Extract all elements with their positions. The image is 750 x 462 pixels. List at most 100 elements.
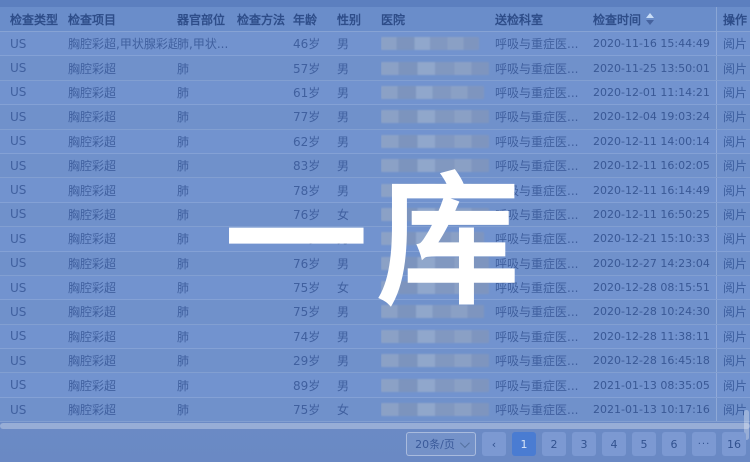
- cell-method: [237, 56, 293, 79]
- view-images-link[interactable]: 阅片: [723, 133, 747, 150]
- cell-exam-item: 胸腔彩超: [68, 300, 177, 323]
- view-images-link[interactable]: 阅片: [723, 255, 747, 272]
- view-images-link[interactable]: 阅片: [723, 279, 747, 296]
- cell-department: 呼吸与重症医...: [495, 252, 593, 275]
- cell-organ: 肺: [177, 154, 237, 177]
- cell-method: [237, 373, 293, 396]
- cell-exam-type: US: [10, 373, 68, 396]
- cell-action: 阅片: [716, 227, 750, 250]
- cell-exam-type: US: [10, 130, 68, 153]
- cell-action: 阅片: [716, 154, 750, 177]
- page-button-2[interactable]: 2: [542, 432, 566, 456]
- view-images-link[interactable]: 阅片: [723, 352, 747, 369]
- redacted-hospital-blur: [381, 330, 489, 343]
- view-images-link[interactable]: 阅片: [723, 182, 747, 199]
- column-header-method: 检查方法: [237, 7, 293, 31]
- view-images-link[interactable]: 阅片: [723, 377, 747, 394]
- cell-department: 呼吸与重症医...: [495, 203, 593, 226]
- cell-exam-time: 2021-01-13 08:35:05: [593, 373, 716, 396]
- cell-exam-type: US: [10, 227, 68, 250]
- view-images-link[interactable]: 阅片: [723, 84, 747, 101]
- cell-gender: 男: [337, 81, 381, 104]
- cell-age: 83岁: [293, 154, 337, 177]
- cell-age: 29岁: [293, 349, 337, 372]
- cell-organ: 肺: [177, 300, 237, 323]
- table-row: US 胸腔彩超 肺 76岁 女 呼吸与重症医... 2020-12-11 16:…: [0, 203, 750, 227]
- cell-gender: 男: [337, 349, 381, 372]
- cell-organ: 肺: [177, 276, 237, 299]
- cell-hospital: [381, 178, 495, 201]
- cell-gender: 女: [337, 276, 381, 299]
- cell-exam-time: 2020-12-11 16:14:49: [593, 178, 716, 201]
- cell-department: 呼吸与重症医...: [495, 276, 593, 299]
- cell-exam-time: 2020-12-11 16:02:05: [593, 154, 716, 177]
- column-label: 检查类型: [10, 11, 58, 28]
- view-images-link[interactable]: 阅片: [723, 35, 747, 52]
- cell-age: 61岁: [293, 81, 337, 104]
- cell-hospital: [381, 105, 495, 128]
- cell-exam-time: 2021-01-13 10:17:16: [593, 398, 716, 421]
- page-ellipsis[interactable]: ···: [692, 432, 716, 456]
- view-images-link[interactable]: 阅片: [723, 108, 747, 125]
- page-size-select[interactable]: 20条/页: [406, 432, 476, 456]
- redacted-hospital-blur: [381, 86, 484, 99]
- table-row: US 胸腔彩超 肺 57岁 男 呼吸与重症医... 2020-11-25 13:…: [0, 56, 750, 80]
- table-row: US 胸腔彩超 肺 75岁 女 呼吸与重症医... 2020-12-28 08:…: [0, 276, 750, 300]
- cell-hospital: [381, 325, 495, 348]
- cell-exam-time: 2020-12-04 19:03:24: [593, 105, 716, 128]
- redacted-hospital-blur: [381, 62, 489, 75]
- cell-organ: 肺: [177, 203, 237, 226]
- page-button-5[interactable]: 5: [632, 432, 656, 456]
- cell-gender: 男: [337, 373, 381, 396]
- column-label: 检查方法: [237, 11, 285, 28]
- cell-age: 75岁: [293, 300, 337, 323]
- view-images-link[interactable]: 阅片: [723, 328, 747, 345]
- view-images-link[interactable]: 阅片: [723, 230, 747, 247]
- cell-department: 呼吸与重症医...: [495, 349, 593, 372]
- cell-age: 89岁: [293, 373, 337, 396]
- redacted-hospital-blur: [381, 281, 489, 294]
- column-header-exam-time[interactable]: 检查时间: [593, 7, 716, 31]
- cell-exam-item: 胸腔彩超: [68, 130, 177, 153]
- redacted-hospital-blur: [381, 305, 484, 318]
- sort-caret-icon[interactable]: [646, 13, 654, 25]
- cell-action: 阅片: [716, 178, 750, 201]
- column-header-organ: 器官部位: [177, 7, 237, 31]
- cell-exam-type: US: [10, 398, 68, 421]
- cell-exam-time: 2020-12-11 16:50:25: [593, 203, 716, 226]
- table-row: US 胸腔彩超 肺 66岁 男 呼吸与重症医... 2020-12-21 15:…: [0, 227, 750, 251]
- cell-hospital: [381, 32, 495, 55]
- cell-action: 阅片: [716, 203, 750, 226]
- horizontal-scrollbar[interactable]: [0, 423, 750, 429]
- cell-exam-time: 2020-11-16 15:44:49: [593, 32, 716, 55]
- page-button-16[interactable]: 16: [722, 432, 746, 456]
- prev-page-button[interactable]: ‹: [482, 432, 506, 456]
- cell-exam-type: US: [10, 105, 68, 128]
- page-button-4[interactable]: 4: [602, 432, 626, 456]
- column-label: 医院: [381, 11, 405, 28]
- page-button-6[interactable]: 6: [662, 432, 686, 456]
- cell-exam-item: 胸腔彩超: [68, 227, 177, 250]
- cell-department: 呼吸与重症医...: [495, 56, 593, 79]
- cell-organ: 肺: [177, 130, 237, 153]
- cell-exam-item: 胸腔彩超: [68, 56, 177, 79]
- exam-table: 检查类型 检查项目 器官部位 检查方法 年龄 性别 医院 送检科室 检查时间 操…: [0, 7, 750, 422]
- cell-exam-type: US: [10, 276, 68, 299]
- view-images-link[interactable]: 阅片: [723, 303, 747, 320]
- view-images-link[interactable]: 阅片: [723, 206, 747, 223]
- cell-gender: 女: [337, 203, 381, 226]
- page-button-1[interactable]: 1: [512, 432, 536, 456]
- cell-exam-type: US: [10, 32, 68, 55]
- cell-department: 呼吸与重症医...: [495, 154, 593, 177]
- cell-method: [237, 178, 293, 201]
- table-row: US 胸腔彩超 肺 61岁 男 呼吸与重症医... 2020-12-01 11:…: [0, 81, 750, 105]
- page-button-3[interactable]: 3: [572, 432, 596, 456]
- view-images-link[interactable]: 阅片: [723, 60, 747, 77]
- cell-exam-item: 胸腔彩超: [68, 252, 177, 275]
- column-label: 器官部位: [177, 11, 225, 28]
- cell-age: 46岁: [293, 32, 337, 55]
- view-images-link[interactable]: 阅片: [723, 157, 747, 174]
- exam-list-screen: 检查类型 检查项目 器官部位 检查方法 年龄 性别 医院 送检科室 检查时间 操…: [0, 0, 750, 462]
- table-header-row: 检查类型 检查项目 器官部位 检查方法 年龄 性别 医院 送检科室 检查时间 操…: [0, 7, 750, 32]
- cell-method: [237, 203, 293, 226]
